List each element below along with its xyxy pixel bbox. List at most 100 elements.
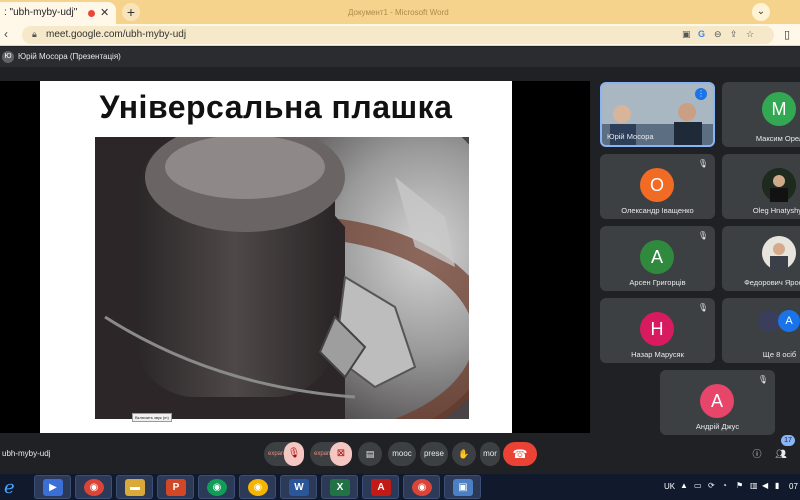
new-tab-button[interactable]: +: [122, 3, 140, 21]
participant-avatar: A: [640, 240, 674, 274]
speaking-indicator-icon: ⋮: [695, 88, 707, 100]
participant-name: Федорович Ярослав: [744, 278, 800, 287]
captions-button[interactable]: ▤: [358, 442, 382, 466]
taskbar-powerpoint[interactable]: P: [157, 475, 194, 499]
excel-icon: X: [330, 479, 350, 496]
share-icon[interactable]: ⇪: [730, 29, 738, 40]
more-participants-tile[interactable]: A Ще 8 осіб: [722, 298, 800, 363]
mic-off-icon: 🎙︎: [697, 303, 709, 312]
mic-options-button[interactable]: expan 🎙︎: [264, 442, 304, 466]
participant-tile[interactable]: Юрій Мосора ⋮: [600, 82, 715, 147]
participant-avatar: [762, 168, 796, 202]
present-label: prese: [423, 449, 444, 458]
tray-up-icon[interactable]: ▲: [680, 481, 688, 490]
side-panel-icon[interactable]: ▯: [784, 28, 790, 41]
participant-tile[interactable]: 🎙︎ A Андрій Джус: [660, 370, 775, 435]
chrome-icon: ◉: [248, 479, 268, 496]
tray-display-icon[interactable]: ▭: [694, 481, 702, 490]
raise-hand-button[interactable]: ✋: [452, 442, 476, 466]
floppy-icon: ▣: [453, 479, 473, 496]
tray-power-icon[interactable]: ▮: [775, 481, 779, 490]
tab-title: : "ubh-myby-udj": [4, 7, 78, 18]
slide-photo: [95, 137, 469, 419]
folder-icon: ▬: [125, 479, 145, 496]
presentation-stage: Універсальна плашка Включить звук (m): [0, 81, 590, 433]
taskbar-excel[interactable]: X: [321, 475, 358, 499]
language-indicator[interactable]: UK: [664, 482, 675, 491]
chrome-icon: ◉: [412, 479, 432, 496]
presenter-bar: Ю Юрій Мосора (Презентація): [0, 47, 800, 67]
taskbar-word[interactable]: W: [280, 475, 317, 499]
mic-off-icon: 🎙︎: [697, 159, 709, 168]
more-people-label: Ще 8 осіб: [762, 350, 797, 359]
more-options-button[interactable]: mor: [480, 442, 500, 466]
zoom-icon[interactable]: ⊖: [714, 29, 722, 40]
mic-off-icon: 🎙︎: [757, 375, 769, 384]
taskbar-chrome[interactable]: ◉: [198, 475, 235, 499]
taskbar-save[interactable]: ▣: [444, 475, 481, 499]
present-button[interactable]: prese: [420, 442, 448, 466]
participant-avatar: O: [640, 168, 674, 202]
taskbar-media-player[interactable]: ▶: [34, 475, 71, 499]
camera-options-button[interactable]: expan ⊠: [310, 442, 352, 466]
browser-tab-bar: : "ubh-myby-udj" ✕ + Документ1 - Microso…: [0, 0, 800, 24]
participant-name: Олександр Іващенко: [621, 206, 694, 215]
participant-tile[interactable]: 🎙︎ O Олександр Іващенко: [600, 154, 715, 219]
taskbar-clock[interactable]: 07: [789, 482, 798, 491]
tray-network-icon[interactable]: ◔: [722, 481, 727, 490]
participant-tile[interactable]: Федорович Ярослав: [722, 226, 800, 291]
info-icon[interactable]: ⓘ: [750, 442, 764, 466]
tray-volume-icon[interactable]: ◀: [762, 481, 768, 490]
tab-search-chevron-icon[interactable]: ⌄: [752, 3, 770, 21]
taskbar-chrome[interactable]: ◉: [239, 475, 276, 499]
tray-flag-icon[interactable]: ⚑: [736, 481, 743, 490]
chrome-icon: ◉: [84, 479, 104, 496]
meeting-code: ubh-myby-udj: [2, 449, 51, 458]
media-player-icon: ▶: [43, 479, 63, 496]
participant-photo: [762, 168, 796, 202]
taskbar-explorer[interactable]: ▬: [116, 475, 153, 499]
presenter-avatar-icon: Ю: [2, 51, 14, 63]
participant-tile[interactable]: M Максим Орел: [722, 82, 800, 147]
mic-off-icon: 🎙︎: [697, 231, 709, 240]
meeting-controls: ubh-myby-udj expan 🎙︎ expan ⊠ ▤ mooc pre…: [0, 435, 800, 469]
taskbar-chrome[interactable]: ◉: [403, 475, 440, 499]
participant-avatar: H: [640, 312, 674, 346]
back-arrow-icon[interactable]: ‹: [4, 27, 8, 41]
url-field[interactable]: 🔒︎ meet.google.com/ubh-myby-udj ▣ G ⊖ ⇪ …: [22, 26, 774, 44]
google-g-icon[interactable]: G: [698, 29, 705, 39]
effects-label: mooc: [392, 449, 412, 458]
participant-avatar: A: [700, 384, 734, 418]
address-bar-row: ‹ 🔒︎ meet.google.com/ubh-myby-udj ▣ G ⊖ …: [0, 24, 800, 46]
participant-name: Максим Орел: [755, 134, 800, 143]
slide-title: Універсальна плашка: [99, 89, 453, 125]
participant-avatar: [762, 236, 796, 270]
participant-tile[interactable]: 🎙︎ A Арсен Григорців: [600, 226, 715, 291]
tray-sync-icon[interactable]: ⟳: [708, 481, 715, 490]
ie-start-icon[interactable]: e: [4, 477, 26, 498]
windows-taskbar: e ▶ ◉ ▬ P ◉ ◉ W X A ◉ ▣ UK ▲ ▭ ⟳ ◔ ⚑ ▥ ◀…: [0, 474, 800, 500]
bookmark-star-icon[interactable]: ☆: [746, 29, 754, 40]
participants-count-badge: 17: [781, 435, 795, 446]
participant-tile[interactable]: Oleg Hnatyshyn: [722, 154, 800, 219]
taskbar-acrobat[interactable]: A: [362, 475, 399, 499]
mic-off-icon[interactable]: 🎙︎: [284, 442, 304, 466]
effects-button[interactable]: mooc: [388, 442, 416, 466]
leave-call-button[interactable]: ☎: [503, 442, 537, 466]
camera-off-icon[interactable]: ⊠: [330, 442, 352, 466]
camera-icon[interactable]: ▣: [682, 29, 691, 40]
meet-window: Ю Юрій Мосора (Презентація) Універсальна…: [0, 47, 800, 467]
taskbar-chrome[interactable]: ◉: [75, 475, 112, 499]
participant-name: Назар Марусяк: [631, 350, 684, 359]
participant-tile[interactable]: 🎙︎ H Назар Марусяк: [600, 298, 715, 363]
tab-close-icon[interactable]: ✕: [100, 6, 109, 19]
hand-icon: ✋: [458, 449, 470, 459]
captions-icon: ▤: [365, 449, 375, 459]
participant-name: Арсен Григорців: [629, 278, 686, 287]
participant-avatar: A: [778, 310, 800, 332]
browser-tab[interactable]: : "ubh-myby-udj" ✕: [0, 2, 116, 24]
tray-monitor-icon[interactable]: ▥: [750, 481, 758, 490]
word-icon: W: [289, 479, 309, 496]
camera-options-label: expan: [314, 451, 331, 457]
participant-name: Oleg Hnatyshyn: [752, 206, 800, 215]
